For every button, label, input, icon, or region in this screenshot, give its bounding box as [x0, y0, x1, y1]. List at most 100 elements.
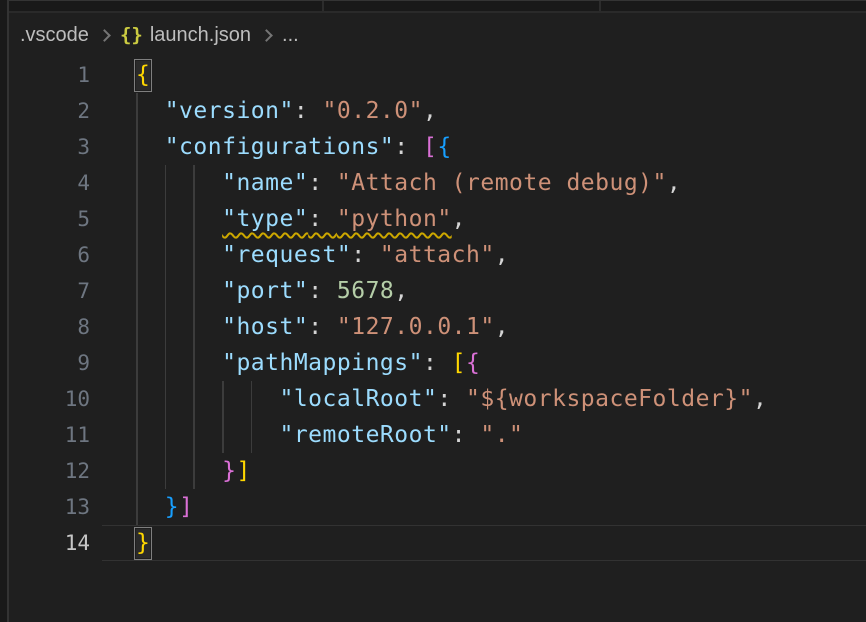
indent-spaces: [136, 314, 222, 340]
line-number[interactable]: 4: [9, 165, 90, 201]
line-number[interactable]: 1: [9, 57, 90, 93]
code-token: "request": [222, 242, 351, 268]
code-content: }: [136, 525, 150, 561]
code-token: ,: [394, 278, 408, 304]
line-number[interactable]: 5: [9, 201, 90, 237]
code-content: "request": "attach",: [136, 237, 509, 273]
code-line[interactable]: 13 }]: [9, 489, 866, 525]
breadcrumb: .vscode {} launch.json ...: [9, 13, 866, 57]
indent-guide: [193, 237, 195, 273]
indent-guide: [193, 417, 195, 453]
code-token: ,: [667, 170, 681, 196]
indent-guide: [165, 381, 167, 417]
code-line[interactable]: 12 }]: [9, 453, 866, 489]
code-token: ,: [753, 386, 767, 412]
code-line[interactable]: 6 "request": "attach",: [9, 237, 866, 273]
code-token: ".": [480, 422, 523, 448]
indent-guide: [136, 129, 138, 165]
line-number[interactable]: 9: [9, 345, 90, 381]
code-token: :: [423, 350, 452, 376]
line-number[interactable]: 2: [9, 93, 90, 129]
indent-guide: [136, 165, 138, 201]
breadcrumb-symbol-ellipsis[interactable]: ...: [282, 24, 299, 47]
breadcrumb-item-file[interactable]: launch.json: [150, 24, 251, 47]
indent-guide: [222, 381, 224, 417]
code-line[interactable]: 14}: [9, 525, 866, 561]
code-token: }: [222, 458, 236, 484]
indent-spaces: [136, 134, 165, 160]
indent-spaces: [136, 242, 222, 268]
line-number[interactable]: 12: [9, 453, 90, 489]
code-content: "name": "Attach (remote debug)",: [136, 165, 681, 201]
code-line[interactable]: 7 "port": 5678,: [9, 273, 866, 309]
code-content: "host": "127.0.0.1",: [136, 309, 509, 345]
code-line[interactable]: 10 "localRoot": "${workspaceFolder}",: [9, 381, 866, 417]
tab-bar-edge: [0, 0, 866, 13]
code-content: "remoteRoot": ".": [136, 417, 523, 453]
tab-separator: [599, 1, 601, 11]
code-line[interactable]: 4 "name": "Attach (remote debug)",: [9, 165, 866, 201]
code-token: 5678: [337, 278, 394, 304]
line-number[interactable]: 11: [9, 417, 90, 453]
indent-spaces: [136, 386, 279, 412]
code-editor[interactable]: 1{2 "version": "0.2.0",3 "configurations…: [9, 57, 866, 622]
code-content: "port": 5678,: [136, 273, 409, 309]
code-line[interactable]: 8 "host": "127.0.0.1",: [9, 309, 866, 345]
indent-guide: [136, 93, 138, 129]
code-token: :: [437, 386, 466, 412]
code-token: :: [351, 242, 380, 268]
tab-separator: [322, 1, 324, 11]
code-token: "localRoot": [279, 386, 437, 412]
indent-guide: [136, 417, 138, 453]
indent-guide: [136, 381, 138, 417]
line-number[interactable]: 7: [9, 273, 90, 309]
indent-guide: [193, 201, 195, 237]
indent-spaces: [136, 422, 279, 448]
code-line[interactable]: 3 "configurations": [{: [9, 129, 866, 165]
code-content: "pathMappings": [{: [136, 345, 480, 381]
code-token: :: [394, 134, 423, 160]
indent-guide: [136, 273, 138, 309]
code-line[interactable]: 9 "pathMappings": [{: [9, 345, 866, 381]
code-content: {: [136, 57, 150, 93]
indent-guide: [193, 165, 195, 201]
indent-spaces: [136, 206, 222, 232]
code-token: ,: [495, 242, 509, 268]
indent-guide: [165, 417, 167, 453]
code-line[interactable]: 11 "remoteRoot": ".": [9, 417, 866, 453]
line-number[interactable]: 8: [9, 309, 90, 345]
code-token: ,: [423, 98, 437, 124]
code-line[interactable]: 2 "version": "0.2.0",: [9, 93, 866, 129]
code-line[interactable]: 5 "type": "python",: [9, 201, 866, 237]
code-token: ]: [179, 494, 193, 520]
code-line[interactable]: 1{: [9, 57, 866, 93]
indent-guide: [165, 201, 167, 237]
indent-guide: [165, 345, 167, 381]
indent-guide: [136, 489, 138, 525]
code-token: "port": [222, 278, 308, 304]
code-token: "pathMappings": [222, 350, 423, 376]
line-number[interactable]: 13: [9, 489, 90, 525]
line-number[interactable]: 10: [9, 381, 90, 417]
indent-guide: [193, 453, 195, 489]
indent-spaces: [136, 458, 222, 484]
code-token: "version": [165, 98, 294, 124]
code-token: :: [308, 278, 337, 304]
indent-spaces: [136, 494, 165, 520]
code-token: "${workspaceFolder}": [466, 386, 753, 412]
chevron-right-icon: [260, 29, 273, 42]
breadcrumb-item-folder[interactable]: .vscode: [20, 24, 89, 47]
line-number[interactable]: 3: [9, 129, 90, 165]
code-token: "configurations": [165, 134, 395, 160]
indent-spaces: [136, 98, 165, 124]
code-token: :: [308, 206, 337, 232]
line-number[interactable]: 6: [9, 237, 90, 273]
indent-guide: [165, 237, 167, 273]
line-number[interactable]: 14: [9, 525, 90, 561]
code-token: :: [452, 422, 481, 448]
code-token: ,: [495, 314, 509, 340]
code-token: "name": [222, 170, 308, 196]
indent-guide: [136, 453, 138, 489]
indent-guide: [136, 237, 138, 273]
indent-guide: [136, 309, 138, 345]
